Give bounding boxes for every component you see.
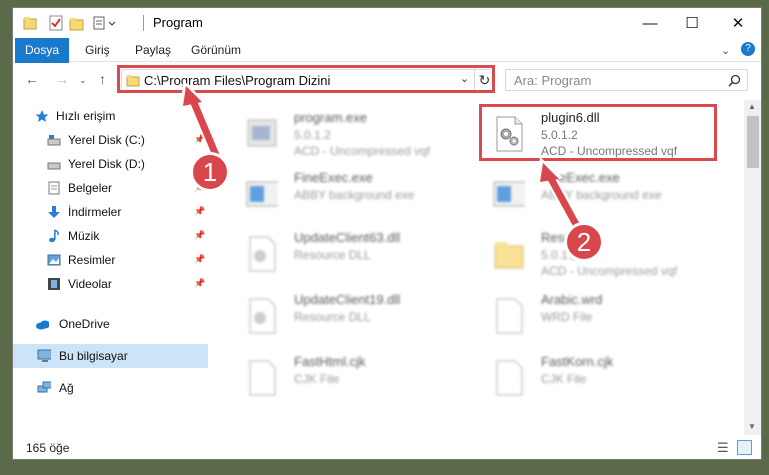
arrow-2	[545, 173, 582, 230]
arrow-1	[188, 96, 222, 162]
step-2-badge: 2	[564, 222, 604, 262]
step-1-badge: 1	[190, 152, 230, 192]
annotation-arrows	[181, 80, 583, 231]
